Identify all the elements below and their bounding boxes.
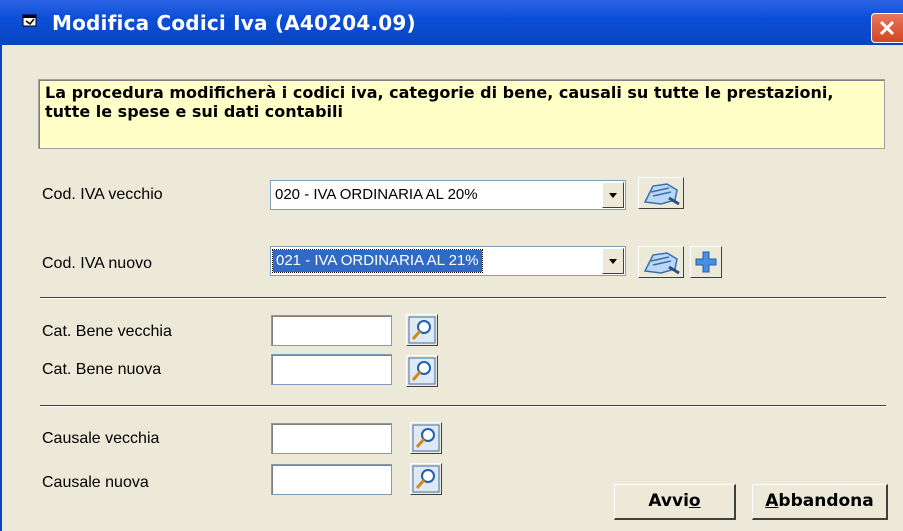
iva-old-lookup-button[interactable]: [638, 177, 684, 209]
abbandona-accesskey: A: [765, 491, 779, 511]
avvio-button[interactable]: Avvio: [614, 484, 736, 520]
caus-old-input[interactable]: [271, 423, 392, 454]
hand-pointer-icon: [643, 252, 680, 275]
iva-old-label: Cod. IVA vecchio: [42, 186, 163, 203]
info-message: La procedura modificherà i codici iva, c…: [38, 79, 885, 149]
caus-new-input[interactable]: [271, 464, 392, 495]
cat-old-search-button[interactable]: [406, 314, 438, 346]
cat-new-label: Cat. Bene nuova: [42, 361, 162, 378]
caus-old-search-button[interactable]: [410, 422, 442, 454]
plus-icon: [695, 251, 717, 273]
hand-pointer-icon: [643, 183, 680, 206]
caus-old-label: Causale vecchia: [42, 430, 160, 447]
magnifier-icon: [412, 424, 440, 452]
avvio-accesskey: o: [688, 491, 701, 511]
divider: [40, 405, 886, 407]
iva-new-value: 021 - IVA ORDINARIA AL 21%: [272, 249, 483, 273]
cat-new-input[interactable]: [271, 354, 392, 385]
iva-new-select[interactable]: 021 - IVA ORDINARIA AL 21%: [270, 246, 626, 276]
window-title: Modifica Codici Iva (A40204.09): [52, 11, 416, 35]
magnifier-icon: [412, 465, 440, 493]
cat-old-input[interactable]: [271, 315, 392, 346]
caus-new-search-button[interactable]: [410, 463, 442, 495]
iva-old-select[interactable]: 020 - IVA ORDINARIA AL 20%: [270, 180, 626, 210]
abbandona-button[interactable]: Abbandona: [752, 484, 888, 520]
divider: [40, 297, 886, 299]
window-icon: [22, 14, 37, 27]
title-bar[interactable]: Modifica Codici Iva (A40204.09): [0, 0, 903, 45]
cat-new-search-button[interactable]: [406, 355, 438, 387]
close-icon: [879, 20, 895, 36]
iva-new-label: Cod. IVA nuovo: [42, 255, 152, 272]
cat-old-label: Cat. Bene vecchia: [42, 323, 172, 340]
iva-old-value: 020 - IVA ORDINARIA AL 20%: [275, 186, 478, 203]
magnifier-icon: [408, 316, 436, 344]
abbandona-label-post: bbandona: [778, 491, 874, 511]
magnifier-icon: [408, 357, 436, 385]
chevron-down-icon[interactable]: [602, 182, 624, 208]
caus-new-label: Causale nuova: [42, 474, 149, 491]
add-button[interactable]: [690, 246, 722, 278]
close-button[interactable]: [871, 13, 903, 43]
chevron-down-icon[interactable]: [602, 248, 624, 274]
avvio-label-pre: Avvi: [648, 491, 689, 511]
iva-new-lookup-button[interactable]: [638, 246, 684, 278]
